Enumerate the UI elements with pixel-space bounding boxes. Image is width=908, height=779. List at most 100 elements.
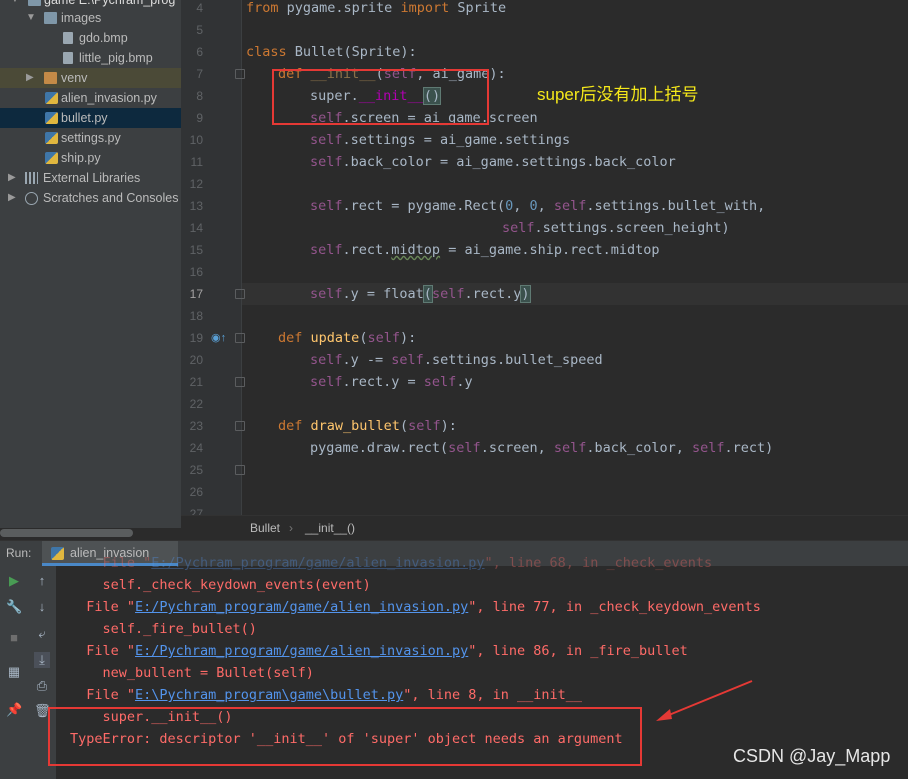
code-token: self <box>431 286 465 302</box>
line-number: 9 <box>196 111 203 125</box>
folder-icon <box>44 72 57 84</box>
console-text: ", line 86, in _fire_bullet <box>468 643 688 659</box>
fold-marker[interactable] <box>235 69 245 79</box>
fold-marker[interactable] <box>235 333 245 343</box>
library-icon <box>25 172 38 184</box>
file-link[interactable]: E:/Pychram_program/game/alien_invasion.p… <box>151 555 484 571</box>
console-line: new_bullent = Bullet(self) <box>70 665 314 681</box>
code-line: self.rect.midtop = ai_game.ship.rect.mid… <box>310 239 660 261</box>
code-token: .screen, <box>480 440 554 456</box>
fold-marker[interactable] <box>235 377 245 387</box>
line-number: 8 <box>196 89 203 103</box>
line-number: 21 <box>189 375 203 389</box>
tree-item-scratches[interactable]: ▶ Scratches and Consoles <box>0 188 181 208</box>
line-number: 4 <box>196 1 203 15</box>
line-number: 15 <box>189 243 203 257</box>
chevron-down-icon[interactable]: ▼ <box>26 8 36 28</box>
tree-item-gdo[interactable]: gdo.bmp <box>0 28 181 48</box>
print-icon[interactable]: ⎙ <box>34 678 50 694</box>
folder-icon <box>28 0 41 6</box>
tree-item-ship[interactable]: ship.py <box>0 148 181 168</box>
breadcrumb: Bullet › __init__() <box>181 515 908 540</box>
file-link[interactable]: E:\Pychram_program\game\bullet.py <box>135 687 403 703</box>
layout-icon[interactable]: ▦ <box>6 664 22 680</box>
chevron-right-icon[interactable]: ▶ <box>8 188 16 208</box>
chevron-right-icon[interactable]: ▶ <box>8 168 16 188</box>
annotation-box-code <box>272 69 489 125</box>
code-token: self <box>310 154 343 170</box>
code-token: .settings.bullet_with, <box>586 198 766 214</box>
line-number: 7 <box>196 67 203 81</box>
line-number: 14 <box>189 221 203 235</box>
file-link[interactable]: E:/Pychram_program/game/alien_invasion.p… <box>135 599 468 615</box>
code-token: from <box>246 0 279 16</box>
line-number: 16 <box>189 265 203 279</box>
soft-wrap-icon[interactable]: ⤶ <box>34 626 50 642</box>
tree-item-bullet[interactable]: bullet.py <box>0 108 181 128</box>
tree-item-label: Scratches and Consoles <box>43 191 179 205</box>
tree-item-images[interactable]: ▼ images <box>0 8 181 28</box>
fold-marker[interactable] <box>235 465 245 475</box>
code-line: def update(self): <box>278 327 416 349</box>
pin-icon[interactable]: 📌 <box>6 702 22 718</box>
code-token: .y -= <box>342 352 392 368</box>
override-method-icon[interactable]: ◉↑ <box>211 331 226 344</box>
code-line: def draw_bullet(self): <box>278 415 457 437</box>
code-token: self <box>310 198 343 214</box>
code-token: .settings.screen_height) <box>534 220 730 236</box>
stop-icon[interactable]: ■ <box>6 630 22 646</box>
arrow-up-icon[interactable]: ↑ <box>34 573 50 589</box>
line-number: 26 <box>189 485 203 499</box>
scroll-to-end-icon[interactable]: ⤓ <box>34 652 50 668</box>
code-token: .y <box>456 374 473 390</box>
code-token: self <box>367 330 400 346</box>
console-line: self._fire_bullet() <box>70 621 257 637</box>
line-number: 20 <box>189 353 203 367</box>
breadcrumb-separator: › <box>289 521 293 535</box>
code-token: self <box>408 418 441 434</box>
line-number: 10 <box>189 133 203 147</box>
line-number: 6 <box>196 45 203 59</box>
tree-item-little-pig[interactable]: little_pig.bmp <box>0 48 181 68</box>
code-token: self <box>553 440 587 456</box>
tree-item-venv[interactable]: ▶ venv <box>0 68 181 88</box>
arrow-down-icon[interactable]: ↓ <box>34 599 50 615</box>
breadcrumb-method[interactable]: __init__() <box>305 521 355 535</box>
wrench-icon[interactable]: 🔧 <box>6 599 22 615</box>
run-icon[interactable]: ▶ <box>6 573 22 589</box>
python-file-icon <box>45 112 58 124</box>
code-token: self <box>553 198 587 214</box>
code-token: self <box>391 352 424 368</box>
chevron-right-icon[interactable]: ▶ <box>26 68 34 88</box>
line-number: 25 <box>189 463 203 477</box>
breadcrumb-class[interactable]: Bullet <box>250 521 280 535</box>
code-token: pygame.draw.rect( <box>310 440 449 456</box>
code-token: update <box>310 330 360 346</box>
scratches-icon <box>25 192 38 205</box>
code-token: .rect = pygame.Rect( <box>342 198 506 214</box>
tree-item-external-libraries[interactable]: ▶ External Libraries <box>0 168 181 188</box>
code-token: ( <box>399 418 409 434</box>
tree-item-label: little_pig.bmp <box>79 51 153 65</box>
code-token: ) <box>520 285 531 303</box>
code-token: 0 <box>529 198 538 214</box>
code-token: self <box>310 352 343 368</box>
tree-horizontal-scrollbar[interactable] <box>0 529 133 537</box>
code-token: 0 <box>505 198 514 214</box>
code-token: self <box>502 220 535 236</box>
image-file-icon <box>63 52 73 64</box>
code-line: self.y -= self.settings.bullet_speed <box>310 349 603 371</box>
line-number: 11 <box>190 155 203 169</box>
code-token: , <box>537 198 554 214</box>
fold-marker[interactable] <box>235 421 245 431</box>
fold-marker[interactable] <box>235 289 245 299</box>
console-line: File "E:\Pychram_program\game\bullet.py"… <box>70 684 582 706</box>
tree-item-settings[interactable]: settings.py <box>0 128 181 148</box>
code-token: .rect.y = <box>342 374 424 390</box>
line-number: 22 <box>189 397 203 411</box>
tree-item-alien-invasion[interactable]: alien_invasion.py <box>0 88 181 108</box>
file-link[interactable]: E:/Pychram_program/game/alien_invasion.p… <box>135 643 468 659</box>
code-token: .settings.bullet_speed <box>423 352 603 368</box>
